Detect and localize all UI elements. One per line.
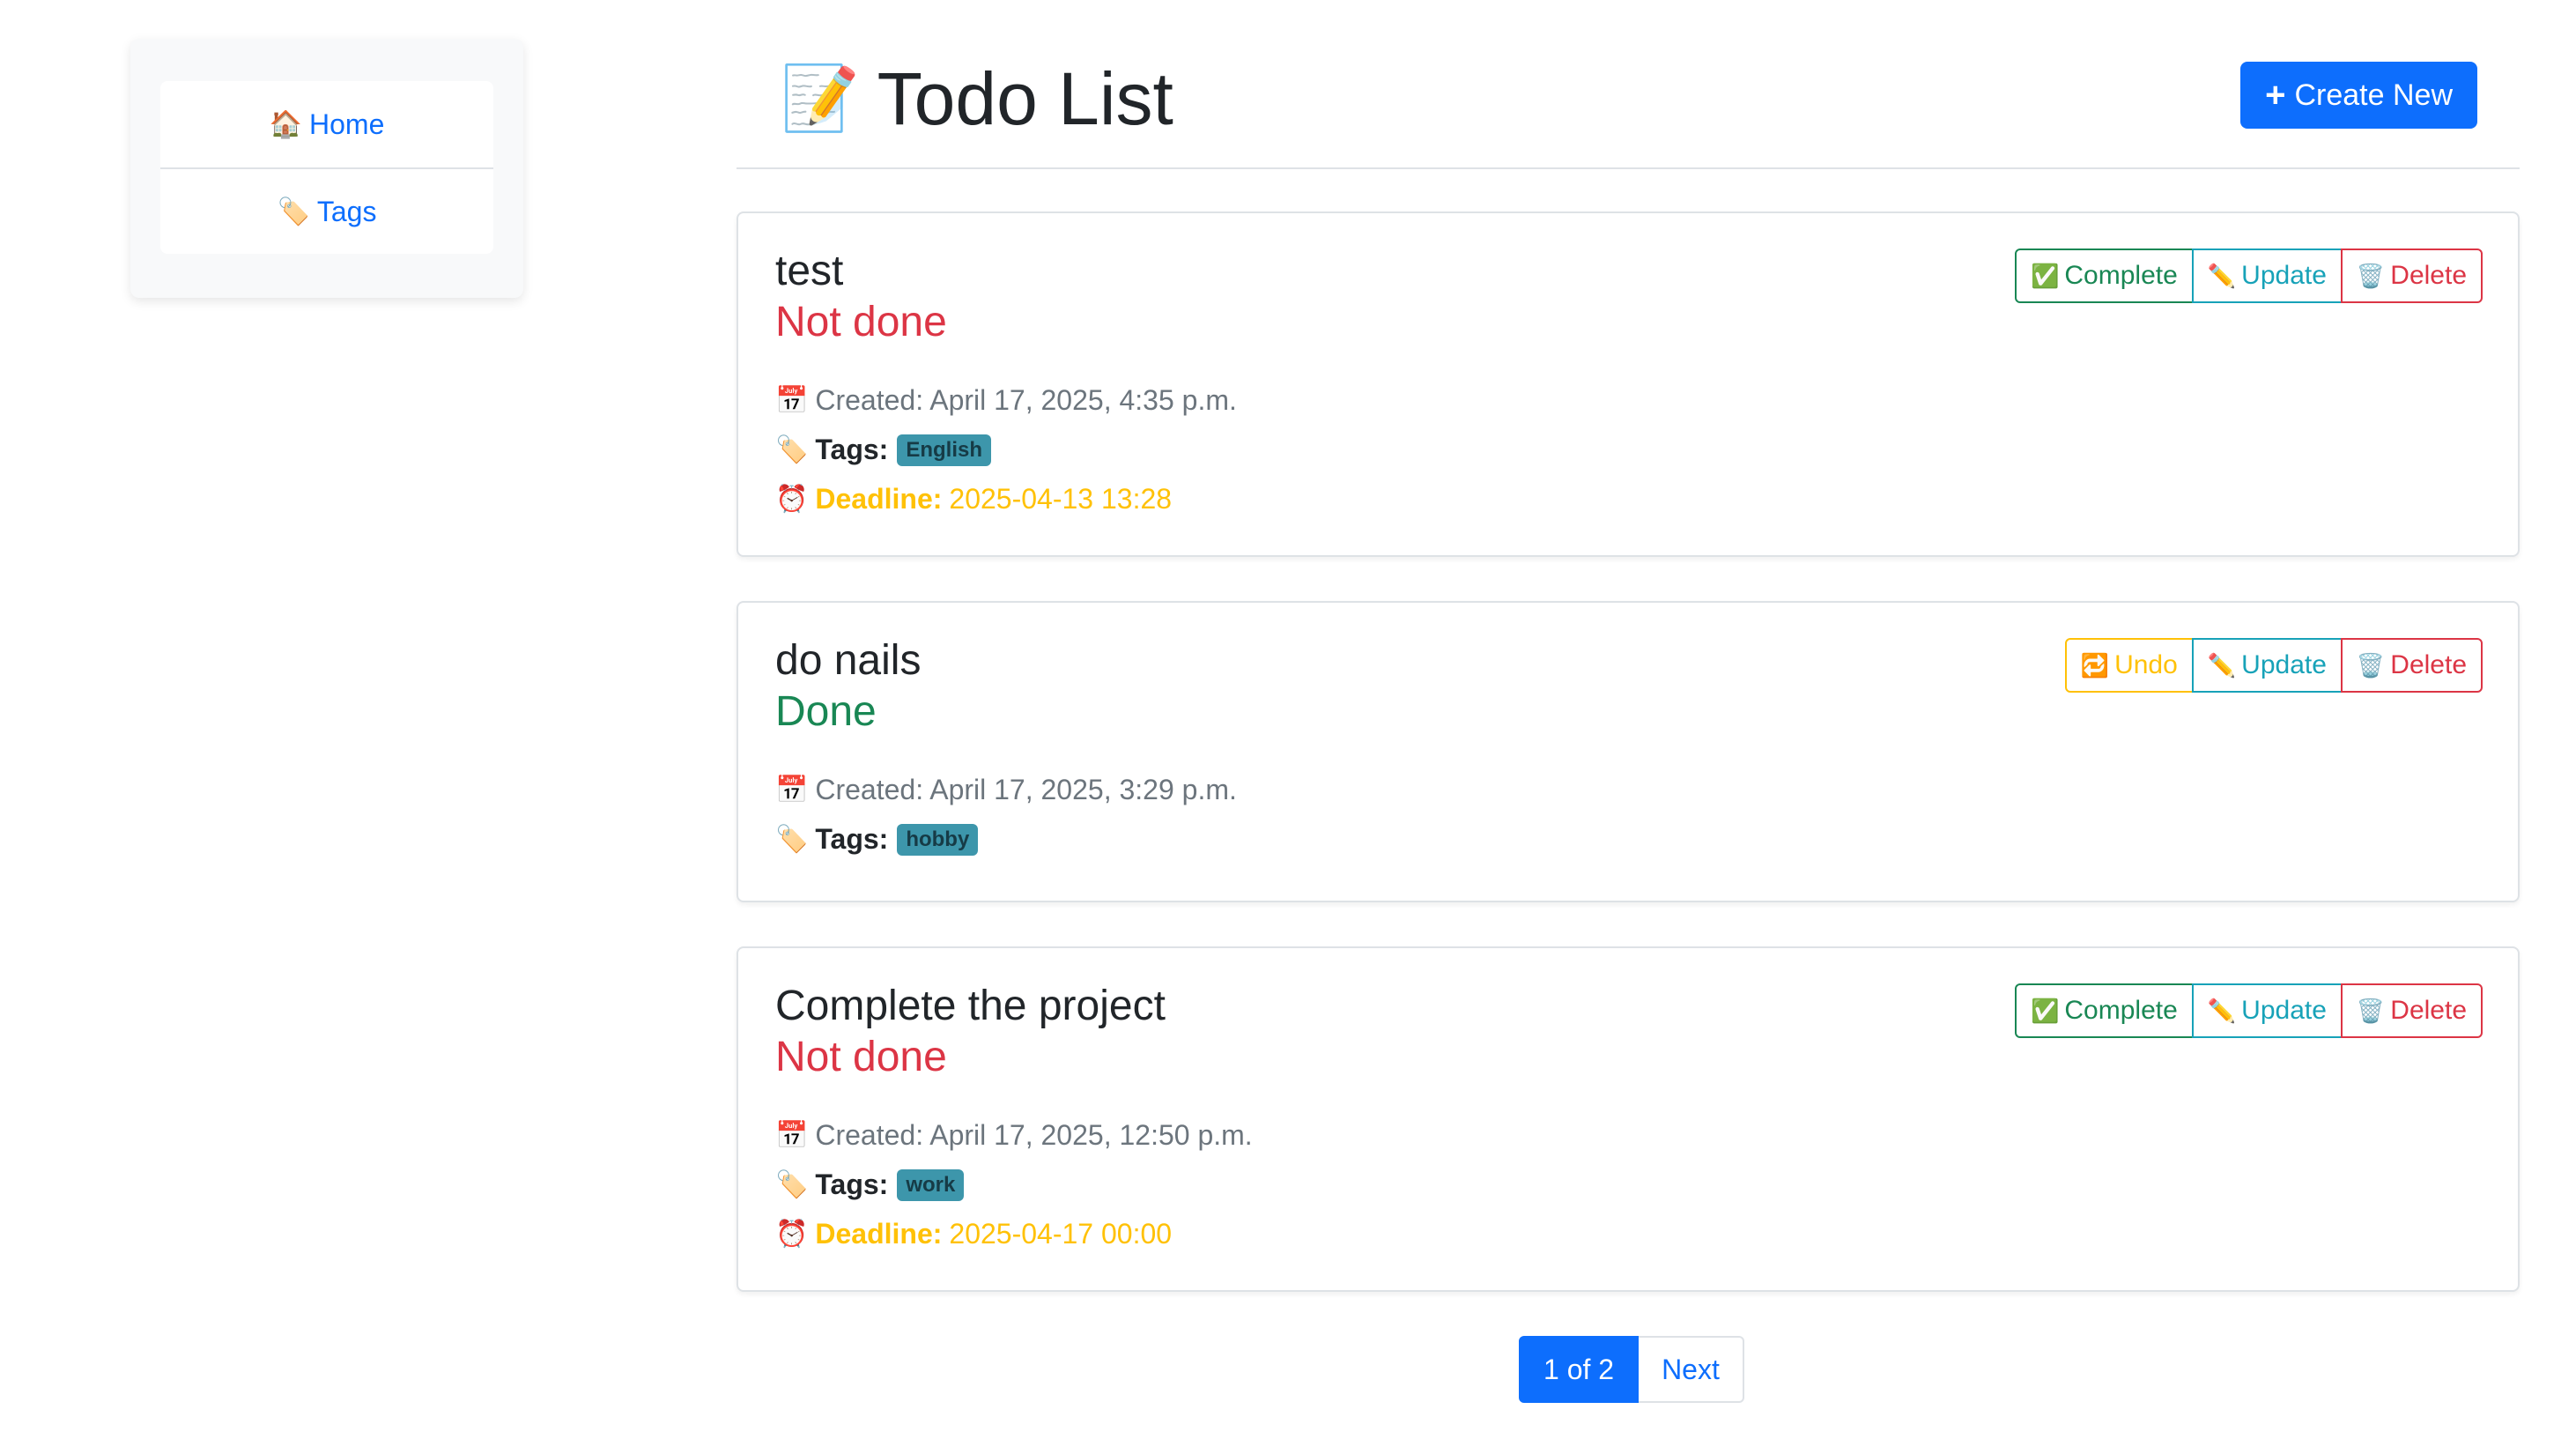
pencil-icon: ✏️ xyxy=(2207,997,2237,1024)
complete-button[interactable]: ✅ Complete xyxy=(2015,983,2194,1038)
pencil-icon: ✏️ xyxy=(2207,262,2237,289)
todo-actions: ✅ Complete ✏️ Update 🗑️ Delete xyxy=(2015,249,2483,303)
todo-tags: 🏷️ Tags: hobby xyxy=(775,823,979,856)
tag-icon: 🏷️ xyxy=(775,825,809,854)
sidebar-nav: 🏠 Home 🏷️ Tags xyxy=(160,81,493,254)
created-text: Created: April 17, 2025, 12:50 p.m. xyxy=(815,1119,1253,1151)
tags-label: Tags: xyxy=(815,823,889,855)
update-button[interactable]: ✏️ Update xyxy=(2191,983,2343,1038)
trash-icon: 🗑️ xyxy=(2356,651,2386,679)
tag-icon: 🏷️ xyxy=(775,435,809,464)
trash-icon: 🗑️ xyxy=(2356,997,2386,1024)
sidebar-item-label: Tags xyxy=(316,195,377,227)
todo-card: Complete the project Not done 📅 Created:… xyxy=(737,946,2520,1292)
delete-button[interactable]: 🗑️ Delete xyxy=(2340,638,2483,693)
todo-card: test Not done 📅 Created: April 17, 2025,… xyxy=(737,211,2520,557)
pencil-icon: ✏️ xyxy=(2207,651,2237,679)
todo-actions: 🔁 Undo ✏️ Update 🗑️ Delete xyxy=(2064,638,2483,693)
create-new-button[interactable]: + Create New xyxy=(2240,62,2477,129)
update-label: Update xyxy=(2241,261,2327,290)
created-text: Created: April 17, 2025, 3:29 p.m. xyxy=(815,774,1237,805)
todo-tags: 🏷️ Tags: English xyxy=(775,434,991,466)
tag-icon: 🏷️ xyxy=(775,1170,809,1199)
page-title: 📝 Todo List xyxy=(781,55,1173,143)
tag-badge: hobby xyxy=(897,823,979,856)
todo-created: 📅 Created: April 17, 2025, 4:35 p.m. xyxy=(775,384,1237,417)
tag-badge: work xyxy=(897,1168,965,1201)
update-label: Update xyxy=(2241,996,2327,1025)
tags-label: Tags: xyxy=(815,1168,889,1200)
update-label: Update xyxy=(2241,650,2327,679)
page-title-text: Todo List xyxy=(877,57,1173,140)
page-indicator[interactable]: 1 of 2 xyxy=(1519,1336,1640,1403)
next-page-button[interactable]: Next xyxy=(1639,1336,1744,1403)
undo-label: Undo xyxy=(2114,650,2178,679)
todo-tags: 🏷️ Tags: work xyxy=(775,1168,965,1201)
todo-title: test xyxy=(775,248,844,294)
sidebar-item-home[interactable]: 🏠 Home xyxy=(160,81,493,167)
todo-created: 📅 Created: April 17, 2025, 3:29 p.m. xyxy=(775,774,1237,806)
alarm-clock-icon: ⏰ xyxy=(775,1220,809,1249)
delete-label: Delete xyxy=(2390,261,2467,290)
tags-label: Tags: xyxy=(815,434,889,465)
plus-icon: + xyxy=(2265,75,2286,115)
main-content: 📝 Todo List + Create New test Not done 📅… xyxy=(737,0,2520,1403)
deadline-label: Deadline: xyxy=(815,483,943,515)
todo-deadline: ⏰ Deadline: 2025-04-13 13:28 xyxy=(775,483,1172,516)
check-icon: ✅ xyxy=(2031,262,2060,289)
update-button[interactable]: ✏️ Update xyxy=(2191,638,2343,693)
delete-button[interactable]: 🗑️ Delete xyxy=(2340,983,2483,1038)
todo-title: Complete the project xyxy=(775,983,1166,1029)
calendar-icon: 📅 xyxy=(775,775,809,805)
undo-button[interactable]: 🔁 Undo xyxy=(2064,638,2194,693)
deadline-label: Deadline: xyxy=(815,1218,943,1250)
todo-title: do nails xyxy=(775,637,922,684)
create-new-label: Create New xyxy=(2294,78,2453,112)
check-icon: ✅ xyxy=(2031,997,2060,1024)
alarm-clock-icon: ⏰ xyxy=(775,485,809,514)
tag-icon: 🏷️ xyxy=(277,197,310,226)
todo-status: Done xyxy=(775,688,877,735)
sidebar-item-label: Home xyxy=(309,108,385,140)
sidebar-item-tags[interactable]: 🏷️ Tags xyxy=(160,167,493,254)
repeat-icon: 🔁 xyxy=(2080,651,2110,679)
created-text: Created: April 17, 2025, 4:35 p.m. xyxy=(815,384,1237,416)
deadline-value: 2025-04-13 13:28 xyxy=(949,483,1173,515)
todo-actions: ✅ Complete ✏️ Update 🗑️ Delete xyxy=(2015,983,2483,1038)
complete-button[interactable]: ✅ Complete xyxy=(2015,249,2194,303)
todo-status: Not done xyxy=(775,1034,947,1080)
sidebar: 🏠 Home 🏷️ Tags xyxy=(130,39,523,298)
pagination: 1 of 2 Next xyxy=(1519,1336,1744,1403)
todo-created: 📅 Created: April 17, 2025, 12:50 p.m. xyxy=(775,1119,1253,1152)
deadline-value: 2025-04-17 00:00 xyxy=(949,1218,1173,1250)
todo-card: do nails Done 📅 Created: April 17, 2025,… xyxy=(737,601,2520,902)
page-header: 📝 Todo List + Create New xyxy=(737,0,2520,169)
delete-label: Delete xyxy=(2390,996,2467,1025)
calendar-icon: 📅 xyxy=(775,386,809,415)
update-button[interactable]: ✏️ Update xyxy=(2191,249,2343,303)
house-icon: 🏠 xyxy=(269,109,302,139)
todo-deadline: ⏰ Deadline: 2025-04-17 00:00 xyxy=(775,1218,1172,1250)
todo-status: Not done xyxy=(775,299,947,345)
delete-button[interactable]: 🗑️ Delete xyxy=(2340,249,2483,303)
complete-label: Complete xyxy=(2064,261,2178,290)
delete-label: Delete xyxy=(2390,650,2467,679)
calendar-icon: 📅 xyxy=(775,1121,809,1150)
trash-icon: 🗑️ xyxy=(2356,262,2386,289)
complete-label: Complete xyxy=(2064,996,2178,1025)
tag-badge: English xyxy=(897,434,991,466)
memo-icon: 📝 xyxy=(781,63,860,134)
